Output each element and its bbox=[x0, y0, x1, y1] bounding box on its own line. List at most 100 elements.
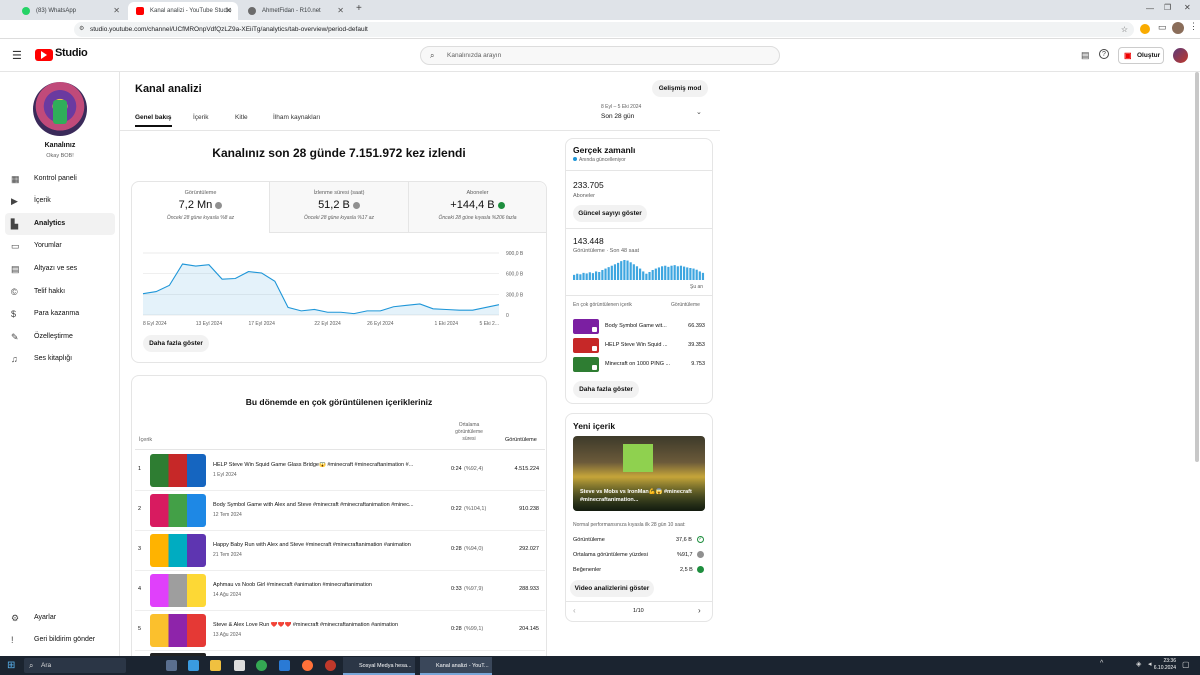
close-icon[interactable]: ✕ bbox=[225, 2, 232, 20]
realtime-subs-value: 233.705 bbox=[573, 180, 604, 190]
row-title[interactable]: Body Symbol Game with Alex and Steve #mi… bbox=[213, 502, 438, 508]
sidebar-item-comments[interactable]: ▭ Yorumlar bbox=[5, 235, 115, 257]
chrome-icon[interactable] bbox=[256, 660, 267, 671]
tab-inspiration[interactable]: İlham kaynakları bbox=[273, 114, 320, 121]
video-thumbnail[interactable] bbox=[150, 534, 206, 567]
sidepanel-icon[interactable]: ▭ bbox=[1158, 22, 1167, 33]
account-avatar[interactable] bbox=[1173, 48, 1188, 63]
table-row[interactable]: 2 Body Symbol Game with Alex and Steve #m… bbox=[135, 491, 545, 531]
row-title[interactable]: Aphmau vs Noob Girl #minecraft #animatio… bbox=[213, 582, 438, 588]
realtime-more-button[interactable]: Daha fazla göster bbox=[573, 381, 639, 398]
realtime-list-item[interactable]: Minecraft on 1000 PING ... 9.753 bbox=[573, 357, 705, 373]
realtime-item-views: 9.753 bbox=[691, 361, 705, 367]
notification-icon[interactable]: ▢ bbox=[1182, 660, 1190, 669]
url-field[interactable]: ⚙ studio.youtube.com/channel/UCfMROnpVdf… bbox=[74, 22, 1134, 37]
sidebar-item-copyright[interactable]: © Telif hakkı bbox=[5, 281, 115, 303]
channel-avatar[interactable] bbox=[33, 82, 87, 136]
chevron-right-icon[interactable]: › bbox=[698, 606, 701, 615]
new-tab-icon[interactable]: + bbox=[356, 3, 362, 14]
video-thumbnail[interactable] bbox=[150, 614, 206, 647]
profile-avatar[interactable] bbox=[1172, 22, 1184, 34]
maximize-icon[interactable]: ❐ bbox=[1164, 3, 1171, 12]
sidebar-item-label: Para kazanma bbox=[34, 310, 80, 317]
taskbar-app-social[interactable]: Sosyal Medya hesa... bbox=[343, 657, 415, 675]
realtime-bar bbox=[639, 268, 642, 280]
tray-chevron-icon[interactable]: ^ bbox=[1100, 660, 1103, 667]
table-row[interactable]: 3 Happy Baby Run with Alex and Steve #min… bbox=[135, 531, 545, 571]
mail-icon[interactable] bbox=[279, 660, 290, 671]
audio-library-icon: ♫ bbox=[11, 354, 18, 364]
table-row[interactable]: 5 Steve & Alex Love Run ❤️❤️❤️ #minecraft… bbox=[135, 611, 545, 651]
advanced-mode-button[interactable]: Gelişmiş mod bbox=[652, 80, 708, 97]
caption-icon[interactable]: ▤ bbox=[1081, 50, 1090, 61]
copyright-icon: © bbox=[11, 287, 18, 297]
realtime-bar bbox=[695, 269, 698, 280]
opera-icon[interactable] bbox=[325, 660, 336, 671]
firefox-icon[interactable] bbox=[302, 660, 313, 671]
tab-studio[interactable]: Kanal analizi - YouTube Studio ✕ bbox=[128, 2, 238, 20]
tab-content[interactable]: İçerik bbox=[193, 114, 209, 121]
table-row[interactable]: 1 HELP Steve Win Squid Game Glass Bridge😱… bbox=[135, 451, 545, 491]
windows-start-icon[interactable]: ⊞ bbox=[7, 660, 15, 671]
file-explorer-icon[interactable] bbox=[210, 660, 221, 671]
page-scrollbar[interactable] bbox=[1195, 72, 1199, 462]
tab-overview[interactable]: Genel bakış bbox=[135, 114, 172, 121]
date-range-picker[interactable]: 8 Eyl – 5 Eki 2024 Son 28 gün ⌄ bbox=[601, 104, 711, 124]
taskbar-clock[interactable]: 23:36 6.10.2024 bbox=[1146, 658, 1176, 672]
bookmark-star-icon[interactable]: ☆ bbox=[1121, 22, 1128, 37]
row-title[interactable]: Happy Baby Run with Alex and Steve #mine… bbox=[213, 542, 438, 548]
thumbnail-figure bbox=[623, 444, 653, 472]
live-count-button[interactable]: Güncel sayıyı göster bbox=[573, 205, 647, 222]
task-view-icon[interactable] bbox=[166, 660, 177, 671]
live-dot-icon bbox=[573, 157, 577, 161]
menu-kebab-icon[interactable]: ⋮ bbox=[1189, 21, 1198, 32]
sidebar-item-subtitles[interactable]: ▤ Altyazı ve ses bbox=[5, 258, 115, 280]
hamburger-icon[interactable]: ☰ bbox=[12, 49, 22, 62]
sidebar-item-audio-library[interactable]: ♫ Ses kitaplığı bbox=[5, 348, 115, 370]
show-more-button[interactable]: Daha fazla göster bbox=[143, 335, 209, 352]
close-icon[interactable]: ✕ bbox=[337, 2, 344, 20]
metric-watch-time[interactable]: İzlenme süresi (saat) 51,2 B Önceki 28 g… bbox=[270, 182, 409, 233]
video-thumbnail[interactable] bbox=[150, 574, 206, 607]
video-thumbnail[interactable] bbox=[150, 494, 206, 527]
create-button[interactable]: ▣ Oluştur bbox=[1118, 47, 1164, 64]
sidebar-item-content[interactable]: ▶ İçerik bbox=[5, 190, 115, 212]
row-title[interactable]: Steve & Alex Love Run ❤️❤️❤️ #minecraft … bbox=[213, 622, 438, 628]
taskbar-app-studio[interactable]: Kanal analizi - YouT... bbox=[420, 657, 492, 675]
sidebar-item-monetization[interactable]: $ Para kazanma bbox=[5, 303, 115, 325]
realtime-list-item[interactable]: HELP Steve Win Squid ... 39.353 bbox=[573, 338, 705, 354]
realtime-list-item[interactable]: Body Symbol Game wit... 66.393 bbox=[573, 319, 705, 335]
minimize-icon[interactable]: — bbox=[1146, 4, 1154, 13]
row-title[interactable]: HELP Steve Win Squid Game Glass Bridge😱 … bbox=[213, 462, 438, 468]
sidebar-item-customization[interactable]: ✎ Özelleştirme bbox=[5, 326, 115, 348]
table-row[interactable]: 4 Aphmau vs Noob Girl #minecraft #animati… bbox=[135, 571, 545, 611]
store-icon[interactable] bbox=[234, 660, 245, 671]
edge-icon[interactable] bbox=[188, 660, 199, 671]
realtime-bar bbox=[591, 273, 595, 280]
extension-icon[interactable] bbox=[1140, 24, 1150, 34]
tab-r10[interactable]: AhmetFidan - R10.net ✕ bbox=[240, 2, 350, 20]
sidebar-item-dashboard[interactable]: ▦ Kontrol paneli bbox=[5, 168, 115, 190]
sidebar-item-settings[interactable]: ⚙ Ayarlar bbox=[5, 607, 115, 629]
chevron-left-icon[interactable]: ‹ bbox=[573, 606, 576, 615]
taskbar-search[interactable]: ⌕ Ara bbox=[24, 658, 126, 673]
tab-whatsapp[interactable]: (83) WhatsApp ✕ bbox=[14, 2, 126, 20]
col-header-avg: Ortalama görüntüleme süresi bbox=[455, 422, 483, 442]
youtube-logo-icon[interactable] bbox=[35, 49, 53, 61]
sidebar-item-analytics[interactable]: ▙ Analytics bbox=[5, 213, 115, 235]
channel-search-input[interactable]: ⌕ Kanalınızda arayın bbox=[420, 46, 780, 65]
metric-subscribers[interactable]: Aboneler +144,4 B Önceki 28 güne kıyasla… bbox=[409, 182, 546, 233]
tab-audience[interactable]: Kitle bbox=[235, 114, 248, 121]
network-icon[interactable]: ◈ bbox=[1136, 660, 1141, 668]
close-icon[interactable]: ✕ bbox=[113, 2, 120, 20]
metric-views[interactable]: Görüntüleme 7,2 Mn Önceki 28 güne kıyasl… bbox=[132, 182, 270, 233]
help-icon[interactable]: ? bbox=[1099, 49, 1109, 59]
video-thumbnail[interactable] bbox=[150, 454, 206, 487]
window-close-icon[interactable]: ✕ bbox=[1184, 3, 1191, 12]
site-info-icon[interactable]: ⚙ bbox=[79, 22, 84, 37]
sidebar-item-feedback[interactable]: ! Geri bildirim gönder bbox=[5, 629, 115, 651]
col-header-views[interactable]: Görüntüleme bbox=[505, 437, 537, 443]
sidebar-item-label: Telif hakkı bbox=[34, 288, 66, 295]
video-analytics-button[interactable]: Video analizlerini göster bbox=[570, 580, 654, 597]
new-video-thumbnail[interactable]: Steve vs Mobs vs IronMan💪😱 #minecraft #m… bbox=[573, 436, 705, 511]
